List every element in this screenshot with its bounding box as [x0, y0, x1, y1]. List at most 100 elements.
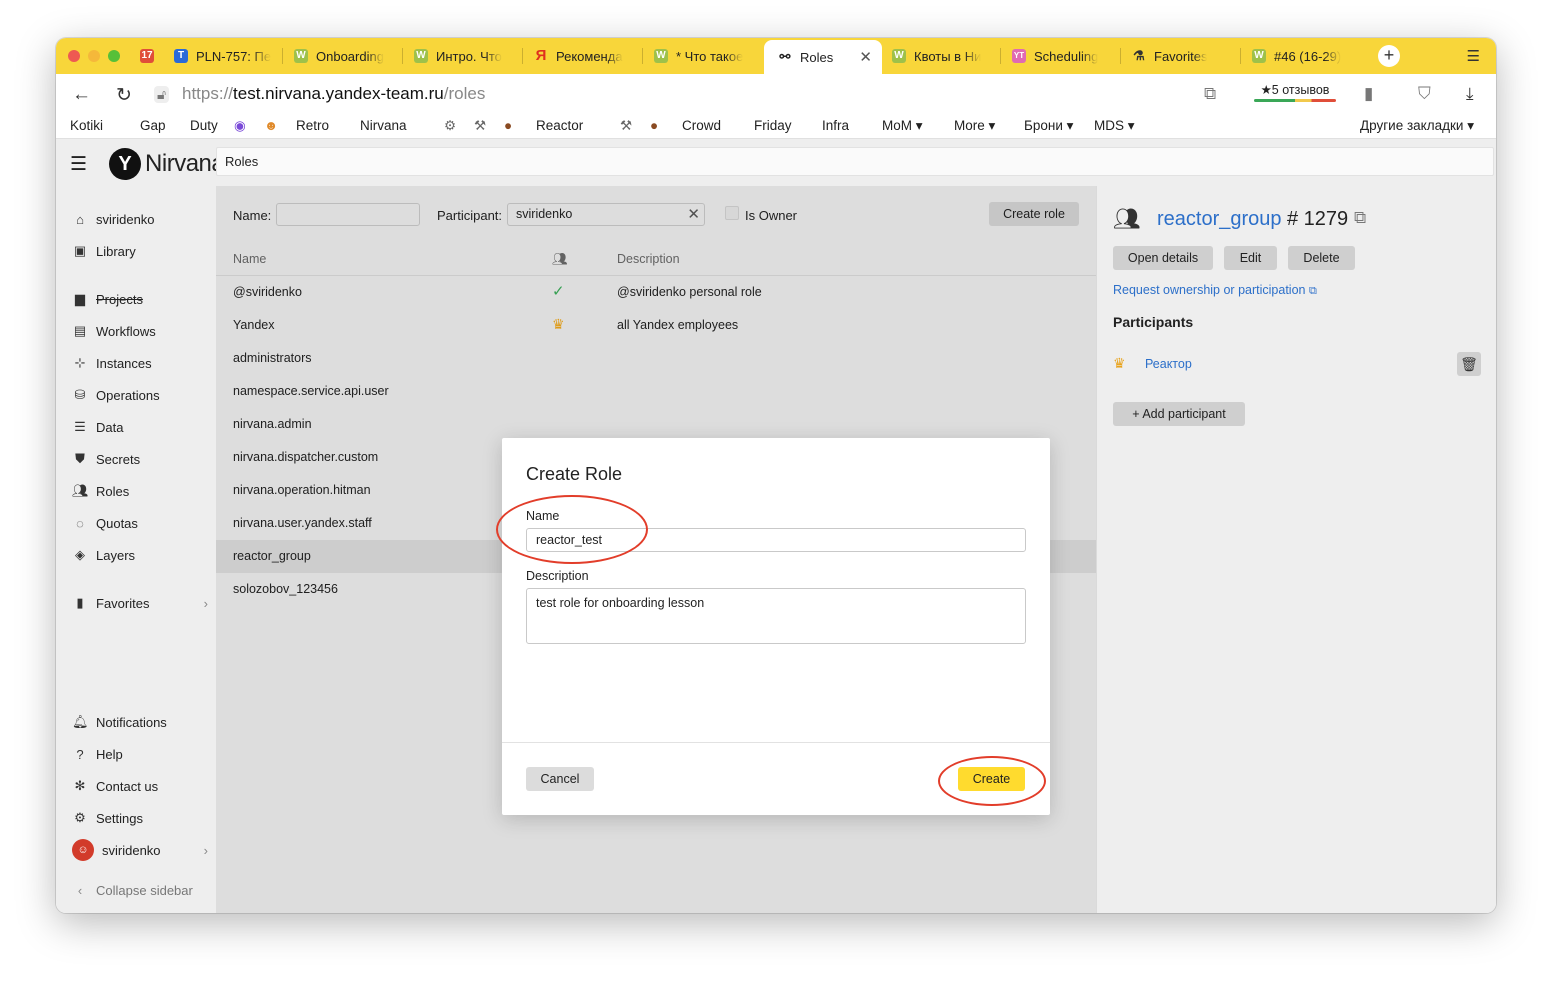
minimize-window-button[interactable] — [88, 50, 100, 62]
bookmark-more[interactable]: More ▾ — [954, 118, 995, 134]
role-title-link[interactable]: reactor_group — [1157, 208, 1282, 231]
dialog-title: Create Role — [526, 464, 623, 484]
bookmark-purple-icon[interactable]: ◉ — [234, 118, 246, 134]
tab-calendar[interactable]: 17 — [140, 42, 162, 70]
lock-icon[interactable]: 🔓︎ — [154, 86, 170, 103]
new-tab-button[interactable]: + — [1378, 45, 1400, 67]
tab-separator — [1000, 48, 1001, 64]
bookmark-friday[interactable]: Friday — [754, 118, 792, 133]
tab-separator — [1120, 48, 1121, 64]
sidebar-item-instances[interactable]: ⊹ Instances — [72, 353, 152, 373]
sidebar-item-workflows[interactable]: ▤ Workflows — [72, 321, 156, 341]
reviews-widget[interactable]: ★5 отзывов — [1254, 82, 1336, 102]
tab-onboarding[interactable]: W Onboarding — [294, 42, 398, 70]
collapse-sidebar-button[interactable]: ‹ Collapse sidebar — [72, 880, 193, 900]
bookmark-retro[interactable]: Retro — [296, 118, 329, 133]
yt-icon: YT — [1012, 49, 1026, 63]
tab-scheduling[interactable]: YT Scheduling — [1012, 42, 1116, 70]
reload-icon[interactable]: ↻ — [116, 84, 132, 107]
tab-label: Квоты в Ни — [914, 48, 982, 64]
football-icon[interactable]: ● — [650, 118, 658, 133]
tab-intro[interactable]: W Интро. Что — [414, 42, 518, 70]
folder-icon: ▆ — [75, 291, 85, 306]
sidebar-item-data[interactable]: ☰ Data — [72, 417, 123, 437]
cancel-button[interactable]: Cancel — [526, 767, 594, 791]
gear-icon[interactable]: ⚙ — [444, 118, 456, 134]
bookmark-broni[interactable]: Брони ▾ — [1024, 118, 1073, 134]
sidebar-item-contact[interactable]: ✻ Contact us — [72, 776, 159, 796]
extension-icon[interactable]: ⧉ — [1204, 84, 1216, 104]
shield-icon[interactable]: ⛉ — [1418, 84, 1431, 104]
bookmarks-bar: Kotiki Gap Duty ◉ ☻ Retro Nirvana ⚙ ⚒ ● … — [56, 116, 1496, 138]
delete-button[interactable]: Delete — [1288, 246, 1355, 270]
bookmark-infra[interactable]: Infra — [822, 118, 849, 133]
maximize-window-button[interactable] — [108, 50, 120, 62]
tool-icon[interactable]: ⚒ — [474, 118, 486, 134]
sidebar-item-quotas[interactable]: ◌ Quotas — [72, 513, 138, 533]
tab-label: Интро. Что — [436, 48, 502, 64]
close-icon[interactable]: ✕ — [859, 48, 872, 66]
add-participant-button[interactable]: + Add participant — [1113, 402, 1245, 426]
close-window-button[interactable] — [68, 50, 80, 62]
breadcrumb: Roles — [216, 147, 1494, 176]
people-icon: 👥︎ — [72, 483, 89, 498]
sidebar-item-label: Layers — [96, 547, 136, 563]
external-link-icon: ⧉ — [1308, 285, 1317, 297]
workflow-icon: ▤ — [73, 323, 87, 338]
url-scheme: https:// — [182, 84, 234, 103]
tab-label: #46 (16-29) — [1274, 48, 1342, 64]
request-ownership-link[interactable]: Request ownership or participation ⧉ — [1113, 283, 1317, 298]
sidebar-item-help[interactable]: ? Help — [72, 744, 122, 764]
trash-icon[interactable]: 🗑︎ — [1457, 352, 1481, 376]
bookmark-reactor[interactable]: Reactor — [536, 118, 583, 133]
tab-recommend[interactable]: Я Рекоменда — [534, 42, 638, 70]
bookmark-mds[interactable]: MDS ▾ — [1094, 118, 1135, 134]
sidebar-item-label: Contact us — [96, 778, 159, 794]
yandex-logo-icon[interactable]: Y — [109, 148, 142, 180]
bookmark-nirvana[interactable]: Nirvana — [360, 118, 407, 133]
app-logo[interactable]: Nirvana — [145, 150, 225, 178]
tab-separator — [1240, 48, 1241, 64]
copy-icon[interactable]: ⧉ — [1354, 208, 1366, 228]
sidebar-item-projects[interactable]: ▆ Projects — [72, 289, 143, 309]
bookmark-kotiki[interactable]: Kotiki — [70, 118, 103, 133]
hamburger-icon[interactable]: ☰ — [70, 153, 87, 176]
sidebar-item-home[interactable]: ⌂ sviridenko — [72, 209, 154, 229]
role-description-textarea[interactable]: test role for onboarding lesson — [526, 588, 1026, 644]
bookmark-gap[interactable]: Gap — [140, 118, 166, 133]
open-details-button[interactable]: Open details — [1113, 246, 1213, 270]
sidebar-item-layers[interactable]: ◈ Layers — [72, 545, 135, 565]
sidebar-item-roles[interactable]: 👥︎ Roles — [72, 481, 129, 501]
tab-46[interactable]: W #46 (16-29) — [1252, 42, 1364, 70]
chevron-left-icon: ‹ — [77, 882, 83, 898]
sidebar-item-library[interactable]: ▣ Library — [72, 241, 136, 261]
football-icon[interactable]: ● — [504, 118, 512, 133]
tab-tracker[interactable]: T PLN-757: Пе — [174, 42, 278, 70]
sidebar-item-label: Favorites — [96, 595, 150, 611]
download-icon[interactable]: ⤓ — [1466, 84, 1474, 104]
participant-link[interactable]: Реактор — [1145, 357, 1192, 371]
tab-quotas[interactable]: W Квоты в Ни — [892, 42, 996, 70]
sidebar-item-user[interactable]: ☺ sviridenko › — [72, 839, 208, 861]
bookmark-other[interactable]: Другие закладки ▾ — [1360, 118, 1474, 134]
sidebar-item-secrets[interactable]: ⛊ Secrets — [72, 449, 140, 469]
sidebar-item-operations[interactable]: ⛁ Operations — [72, 385, 160, 405]
tab-what-is[interactable]: W * Что такое — [654, 42, 758, 70]
bookmark-crowd[interactable]: Crowd — [682, 118, 721, 133]
edit-button[interactable]: Edit — [1224, 246, 1277, 270]
sidebar-item-settings[interactable]: ⚙ Settings — [72, 808, 143, 828]
back-arrow-icon[interactable]: ← — [72, 84, 91, 106]
bookmark-orange-icon[interactable]: ☻ — [264, 118, 278, 133]
bookmark-duty[interactable]: Duty — [190, 118, 218, 133]
tab-favorites[interactable]: ⚗ Favorites — [1132, 42, 1236, 70]
url-field[interactable]: https://test.nirvana.yandex-team.ru/role… — [182, 84, 485, 104]
bookmark-mom[interactable]: MoM ▾ — [882, 118, 923, 134]
annotation-ellipse-name — [496, 495, 648, 564]
sidebar-item-favorites[interactable]: ▮ Favorites › — [72, 593, 208, 613]
sidebar-item-notifications[interactable]: 🔔︎ Notifications — [72, 712, 167, 732]
tab-roles[interactable]: ⚯ Roles ✕ — [764, 40, 882, 74]
sidebar: ☰ Y Nirvana ⌂ sviridenko ▣ Library ▆ Pro… — [56, 139, 225, 913]
bookmark-icon[interactable]: ▮ — [1364, 84, 1373, 104]
browser-menu-icon[interactable]: ☰ — [1467, 47, 1480, 65]
tool-icon[interactable]: ⚒ — [620, 118, 632, 134]
